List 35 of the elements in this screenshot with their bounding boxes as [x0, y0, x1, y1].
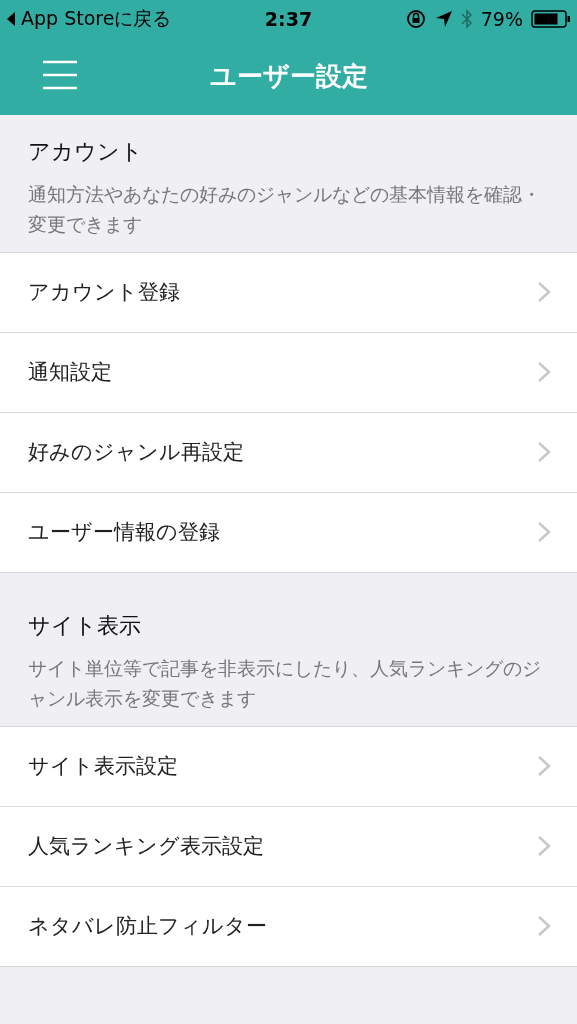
rotation-lock-icon	[404, 8, 427, 30]
chevron-right-icon	[537, 835, 551, 858]
bluetooth-icon	[460, 8, 473, 30]
section-description: サイト単位等で記事を非表示にしたり、人気ランキングのジャンル表示を変更できます	[28, 655, 542, 712]
menu-icon[interactable]	[42, 60, 78, 90]
row-label: 好みのジャンル再設定	[28, 439, 244, 467]
screen-title: ユーザー設定	[209, 60, 368, 93]
battery-icon	[531, 10, 571, 28]
row-label: ユーザー情報の登録	[28, 519, 220, 547]
chevron-right-icon	[537, 915, 551, 938]
settings-row[interactable]: ユーザー情報の登録	[0, 491, 577, 572]
clock-time: 2:37	[264, 8, 313, 30]
section-title: サイト表示	[28, 611, 142, 640]
row-label: 人気ランキング表示設定	[28, 833, 264, 861]
back-link[interactable]: App Storeに戻る	[6, 6, 172, 32]
back-arrow-icon	[6, 11, 16, 27]
section-description: 通知方法やあなたの好みのジャンルなどの基本情報を確認・変更できます	[28, 182, 542, 238]
settings-row[interactable]: 人気ランキング表示設定	[0, 805, 577, 886]
settings-row[interactable]: 通知設定	[0, 331, 577, 412]
chevron-right-icon	[537, 281, 551, 304]
chevron-right-icon	[537, 361, 551, 384]
location-arrow-icon	[434, 10, 453, 28]
settings-row[interactable]: ネタバレ防止フィルター	[0, 885, 577, 966]
chevron-right-icon	[537, 521, 551, 544]
row-label: 通知設定	[28, 359, 112, 387]
section-title: アカウント	[28, 138, 144, 166]
row-label: ネタバレ防止フィルター	[28, 913, 267, 941]
settings-row[interactable]: サイト表示設定	[0, 726, 577, 806]
row-label: サイト表示設定	[28, 753, 178, 781]
battery-percent: 79%	[480, 8, 523, 30]
chevron-right-icon	[537, 755, 551, 778]
chevron-right-icon	[537, 441, 551, 464]
settings-row[interactable]: アカウント登録	[0, 252, 577, 332]
settings-row[interactable]: 好みのジャンル再設定	[0, 411, 577, 492]
row-label: アカウント登録	[28, 279, 180, 307]
